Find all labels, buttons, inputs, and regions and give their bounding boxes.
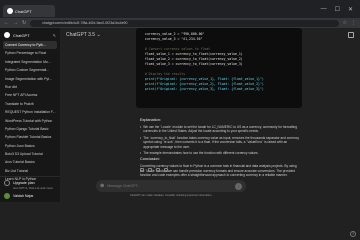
chat-history-item[interactable]: Arcs Tutorial Basics	[3, 158, 57, 166]
list-item: • The `currency_to_float` function takes…	[140, 136, 300, 149]
bullet-text: The `currency_to_float` function takes c…	[143, 135, 299, 149]
reload-icon[interactable]: ↻	[22, 20, 26, 26]
window-controls: — ☐ ✕	[321, 6, 357, 13]
chat-history-item[interactable]: Free NFT API Access	[3, 91, 57, 99]
maximize-icon[interactable]: ☐	[335, 6, 340, 13]
chat-history-item[interactable]: Translate to Prakrit	[3, 100, 57, 108]
help-icon[interactable]: ?	[350, 231, 356, 237]
chat-history-list: Convert Currency to Pyth... Python Perce…	[0, 41, 60, 184]
username: Valdah Najar	[13, 194, 34, 198]
bullet-icon: •	[140, 135, 142, 140]
edit-icon[interactable]: ✎	[53, 33, 56, 38]
list-item: • The example demonstrates how to use th…	[140, 151, 300, 155]
chat-history-item[interactable]: Python Custom Segmentati...	[3, 66, 57, 74]
message-actions	[140, 168, 168, 172]
sparkle-icon	[4, 180, 10, 186]
address-row: ← → ↻ chatgpt.com/c/ed6b4c2f-7f8a-4f2d-9…	[0, 18, 360, 28]
model-selector[interactable]: ChatGPT 3.5 ⌄	[66, 32, 101, 38]
send-button[interactable]: ↑	[235, 182, 242, 190]
chat-history-item[interactable]: Biz List Tutorial	[3, 167, 57, 175]
chat-history-item[interactable]: WordPress Tutorial with Python	[3, 117, 57, 125]
message-input[interactable]	[104, 184, 235, 188]
list-item: • We use the `Locale` module to set the …	[140, 125, 300, 134]
menu-icon[interactable]: ⋮	[351, 20, 356, 26]
code-block: currency_value_2 = "₹90,000.00" currency…	[136, 28, 302, 108]
chat-history-item[interactable]: Integrated Segmentation Mo...	[3, 58, 57, 66]
conclusion-heading: Conclusion:	[140, 157, 160, 162]
chat-history-item[interactable]: Python Flashlet Tutorial Basics	[3, 133, 57, 141]
copy-icon[interactable]	[140, 168, 144, 172]
regenerate-icon[interactable]	[164, 168, 168, 172]
chat-history-item[interactable]: Convert Currency to Pyth...	[3, 41, 57, 50]
new-chat-button[interactable]: ChatGPT ✎	[0, 28, 60, 41]
url-field[interactable]: chatgpt.com/c/ed6b4c2f-7f8a-4f2d-9ac0-0f…	[30, 19, 339, 27]
chat-history-item[interactable]: Boto3 S3 Upload Tutorial	[3, 150, 57, 158]
bullet-icon: •	[140, 151, 142, 156]
star-icon[interactable]: ☆	[343, 20, 347, 26]
upgrade-subtitle: Get GPT-4, DALL-E and more	[13, 186, 54, 190]
back-icon[interactable]: ←	[4, 20, 9, 26]
thumbs-down-icon[interactable]	[156, 168, 160, 172]
avatar	[4, 193, 10, 199]
chatgpt-favicon-icon	[7, 8, 13, 14]
forward-icon[interactable]: →	[13, 20, 18, 26]
sidebar: ChatGPT ✎ Convert Currency to Pyth... Py…	[0, 28, 60, 202]
bullet-text: The example demonstrates how to use the …	[143, 151, 259, 156]
chat-history-item[interactable]: Python Percentage to Float	[3, 49, 57, 57]
bullet-text: We use the `Locale` module to set the lo…	[143, 125, 298, 134]
sidebar-footer: Upgrade plan Get GPT-4, DALL-E and more …	[0, 176, 60, 202]
bullet-icon: •	[140, 125, 142, 129]
thumbs-up-icon[interactable]	[148, 168, 152, 172]
chatgpt-logo-icon	[4, 32, 10, 38]
tab-title: ChatGPT	[15, 8, 32, 14]
chat-history-item[interactable]: REQUEST Python Installation F...	[3, 108, 57, 116]
chat-history-item[interactable]: Image Segmentation with Pyt...	[3, 75, 57, 83]
user-menu[interactable]: Valdah Najar	[4, 193, 56, 199]
composer: ⊕ ↑	[96, 180, 246, 192]
minimize-icon[interactable]: —	[321, 6, 327, 13]
chat-history-item[interactable]: Python Json Basics	[3, 142, 57, 150]
new-chat-label: ChatGPT	[13, 32, 30, 38]
browser-tab-bar: ChatGPT — ☐ ✕	[0, 0, 360, 18]
close-icon[interactable]: ✕	[348, 6, 353, 13]
code-line: print(f"Original: {currency_value_3}, Fl…	[141, 87, 264, 91]
upgrade-label: Upgrade plan	[13, 181, 35, 185]
chat-history-item[interactable]: Python Django Tutorial Basic	[3, 125, 57, 133]
browser-tab[interactable]: ChatGPT	[3, 5, 55, 17]
chat-main: ChatGPT 3.5 ⌄ currency_value_2 = "₹90,00…	[60, 28, 360, 202]
disclaimer: ChatGPT can make mistakes. Consider chec…	[129, 194, 213, 197]
explanation-heading: Explanation:	[140, 118, 161, 122]
chat-history-item[interactable]: Run dbt	[3, 83, 57, 91]
share-icon[interactable]	[348, 32, 354, 38]
